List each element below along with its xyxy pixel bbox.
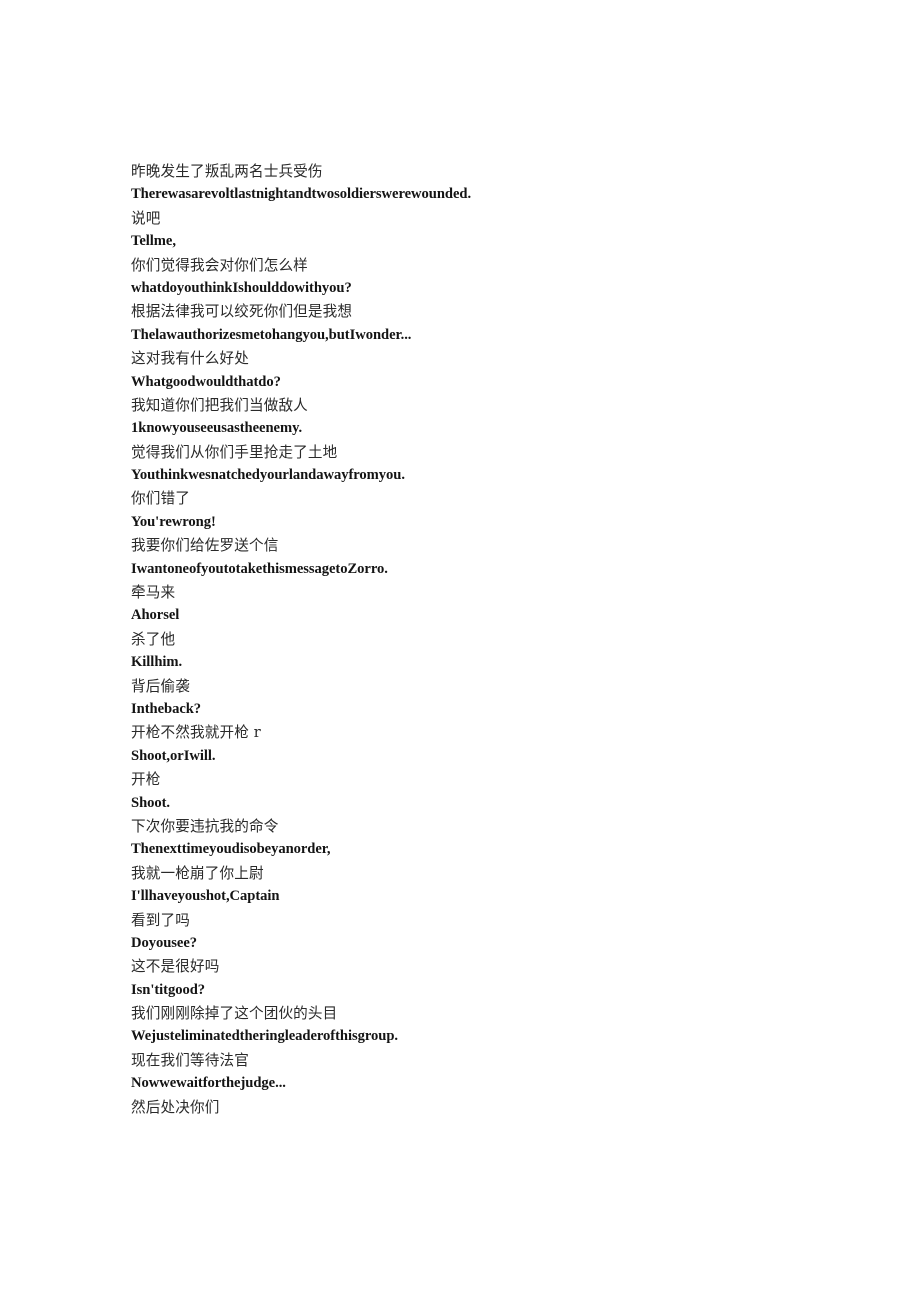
subtitle-line-chinese: 这不是很好吗 — [131, 958, 220, 976]
subtitle-line-chinese: 我就一枪崩了你上尉 — [131, 864, 264, 882]
subtitle-line-chinese: 这对我有什么好处 — [131, 350, 249, 368]
document-page: 昨晚发生了叛乱两名士兵受伤 Therewasarevoltlastnightand… — [0, 0, 920, 1301]
subtitle-line-english: Whatgoodwouldthatdo? — [131, 373, 281, 390]
subtitle-line-english: Nowwewaitforthejudge... — [131, 1075, 286, 1092]
subtitle-line-english: Shoot,orIwill. — [131, 747, 216, 764]
subtitle-line-chinese: 昨晚发生了叛乱两名士兵受伤 — [131, 163, 323, 180]
subtitle-line-english: Thelawauthorizesmetohangyou,butIwonder..… — [131, 326, 412, 343]
subtitle-line-chinese: 我知道你们把我们当做敌人 — [131, 396, 308, 414]
subtitle-line-chinese: 根据法律我可以绞死你们但是我想 — [131, 303, 353, 321]
subtitle-line-english: Therewasarevoltlastnightandtwosoldierswe… — [131, 186, 472, 203]
subtitle-line-chinese: 现在我们等待法官 — [131, 1051, 249, 1069]
subtitle-line-chinese: 下次你要违抗我的命令 — [131, 817, 279, 835]
subtitle-line-english: Ahorsel — [131, 607, 180, 624]
subtitle-line-chinese: 看到了吗 — [131, 911, 190, 929]
subtitle-line-chinese: 我要你们给佐罗送个信 — [131, 537, 279, 555]
subtitle-line-chinese: 杀了他 — [131, 630, 176, 648]
subtitle-line-english: whatdoyouthinkIshoulddowithyou? — [131, 279, 352, 296]
subtitle-line-chinese: 开枪 — [131, 771, 161, 789]
subtitle-transcript: 昨晚发生了叛乱两名士兵受伤 Therewasarevoltlastnightand… — [131, 160, 831, 1119]
subtitle-line-english: You'rewrong! — [131, 513, 216, 530]
subtitle-line-chinese: 然后处决你们 — [131, 1098, 220, 1116]
subtitle-line-chinese: 你们觉得我会对你们怎么样 — [131, 256, 308, 274]
subtitle-line-english: Isn'titgood? — [131, 981, 206, 998]
subtitle-line-english: Doyousee? — [131, 934, 198, 951]
subtitle-line-english: 1knowyouseeusastheenemy. — [131, 420, 303, 437]
subtitle-line-english: Youthinkwesnatchedyourlandawayfromyou. — [131, 467, 405, 484]
subtitle-line-chinese: 牵马来 — [131, 584, 176, 602]
subtitle-line-english: Tellme, — [131, 233, 176, 250]
subtitle-line-english: I'llhaveyoushot,Captain — [131, 888, 280, 905]
subtitle-line-english: Wejusteliminatedtheringleaderofthisgroup… — [131, 1028, 398, 1045]
subtitle-line-chinese: 你们错了 — [131, 490, 190, 508]
subtitle-line-english: IwantoneofyoutotakethismessagetoZorro. — [131, 560, 388, 577]
subtitle-line-english: Thenexttimeyoudisobeyanorder, — [131, 841, 331, 858]
subtitle-line-english: Killhim. — [131, 654, 183, 671]
subtitle-line-chinese: 说吧 — [131, 209, 161, 227]
subtitle-line-chinese: 觉得我们从你们手里抢走了土地 — [131, 443, 338, 461]
subtitle-line-english: Shoot. — [131, 794, 171, 811]
subtitle-line-chinese: 开枪不然我就开枪 r — [131, 724, 261, 742]
subtitle-line-chinese: 背后偷袭 — [131, 677, 190, 695]
subtitle-line-chinese: 我们刚刚除掉了这个团伙的头目 — [131, 1005, 338, 1023]
subtitle-line-english: Intheback? — [131, 700, 202, 717]
